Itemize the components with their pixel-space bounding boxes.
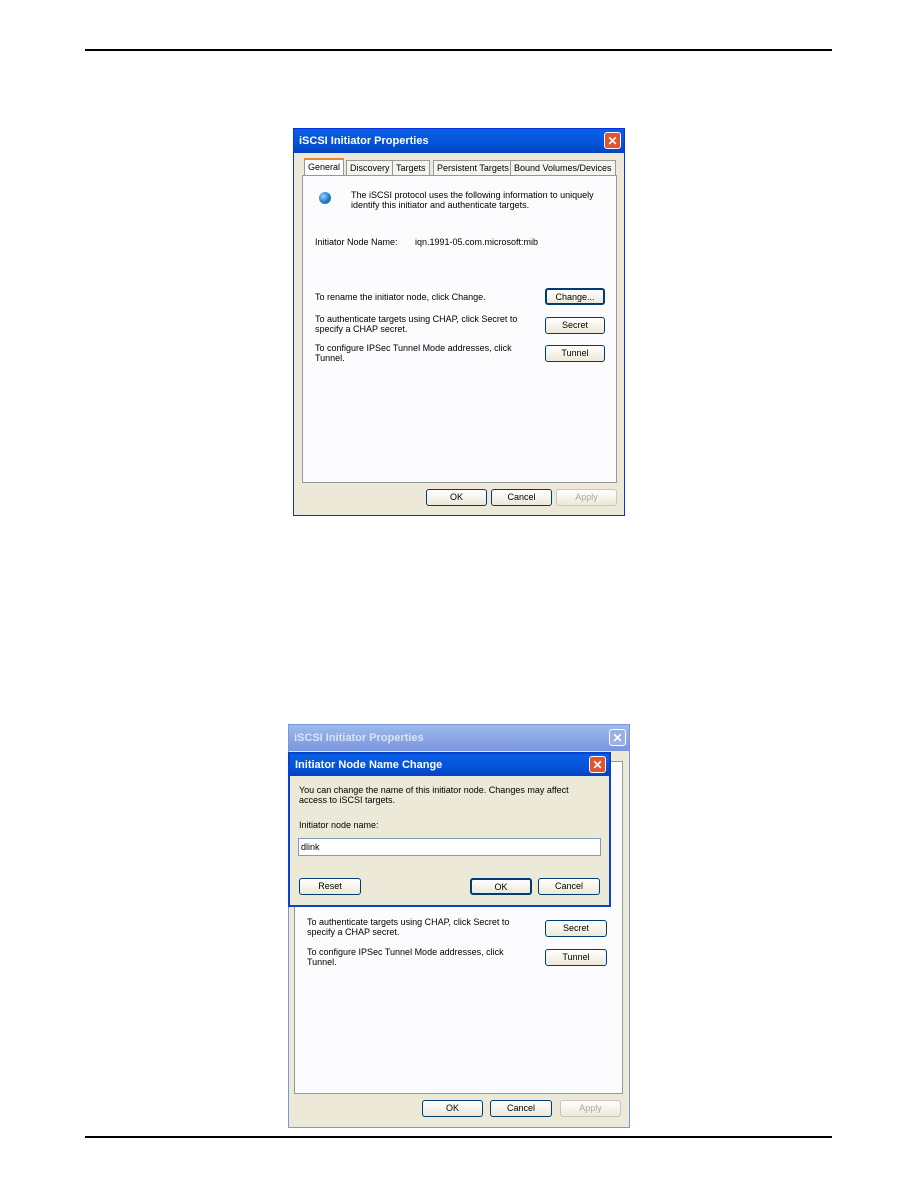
ipsec-text: To configure IPSec Tunnel Mode addresses… — [315, 343, 512, 363]
cancel-button[interactable]: Cancel — [491, 489, 552, 506]
iscsi-properties-dialog: iSCSI Initiator Properties ✕ General Dis… — [293, 128, 625, 516]
tunnel-button[interactable]: Tunnel — [545, 949, 607, 966]
close-icon[interactable]: ✕ — [604, 132, 621, 149]
tab-discovery[interactable]: Discovery — [346, 160, 394, 176]
ipsec-text: To configure IPSec Tunnel Mode addresses… — [307, 947, 504, 967]
tab-persistent-targets[interactable]: Persistent Targets — [433, 160, 513, 176]
dialog-title: iSCSI Initiator Properties — [294, 732, 424, 744]
dialog-title: Initiator Node Name Change — [295, 759, 443, 771]
title-bar: iSCSI Initiator Properties ✕ — [294, 129, 624, 153]
reset-button[interactable]: Reset — [299, 878, 361, 895]
node-name-value: iqn.1991-05.com.microsoft:mib — [415, 237, 539, 247]
footer-rule — [85, 1136, 832, 1138]
apply-button[interactable]: Apply — [560, 1100, 621, 1117]
ok-button[interactable]: OK — [422, 1100, 483, 1117]
cancel-button[interactable]: Cancel — [490, 1100, 552, 1117]
tab-bound-volumes[interactable]: Bound Volumes/Devices — [510, 160, 616, 176]
cancel-button[interactable]: Cancel — [538, 878, 600, 895]
tab-targets[interactable]: Targets — [392, 160, 430, 176]
general-panel: The iSCSI protocol uses the following in… — [302, 175, 617, 483]
ok-button[interactable]: OK — [426, 489, 487, 506]
chap-text: To authenticate targets using CHAP, clic… — [307, 917, 510, 937]
node-name-label: Initiator node name: — [299, 820, 379, 830]
tab-general[interactable]: General — [304, 158, 345, 176]
tab-strip: General Discovery Targets Persistent Tar… — [302, 158, 618, 176]
apply-button[interactable]: Apply — [556, 489, 617, 506]
tunnel-button[interactable]: Tunnel — [545, 345, 605, 362]
change-button[interactable]: Change... — [545, 288, 605, 305]
network-globe-icon — [319, 192, 331, 204]
rename-text: To rename the initiator node, click Chan… — [315, 292, 486, 302]
close-icon[interactable]: ✕ — [609, 729, 626, 746]
secret-button[interactable]: Secret — [545, 317, 605, 334]
ok-button[interactable]: OK — [470, 878, 532, 895]
change-info-text: You can change the name of this initiato… — [299, 785, 569, 805]
node-name-label: Initiator Node Name: — [315, 237, 398, 247]
header-rule — [85, 49, 832, 51]
intro-text: The iSCSI protocol uses the following in… — [351, 190, 594, 210]
chap-text: To authenticate targets using CHAP, clic… — [315, 314, 518, 334]
node-name-change-dialog: Initiator Node Name Change ✕ You can cha… — [288, 752, 611, 907]
secret-button[interactable]: Secret — [545, 920, 607, 937]
close-icon[interactable]: ✕ — [589, 756, 606, 773]
node-name-input[interactable]: dlink — [298, 838, 601, 856]
title-bar: iSCSI Initiator Properties ✕ — [289, 725, 629, 751]
dialog-title: iSCSI Initiator Properties — [299, 135, 429, 147]
title-bar: Initiator Node Name Change ✕ — [290, 754, 609, 776]
